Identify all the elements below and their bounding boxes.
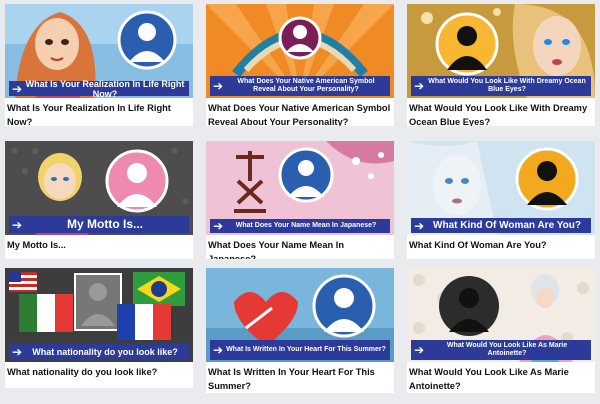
banner-text: What Would You Look Like As Marie Antoin… [446, 342, 568, 357]
banner-text: What Is Written In Your Heart For This S… [226, 346, 386, 353]
quiz-card-heart-summer[interactable]: ➔ What Is Written In Your Heart For This… [206, 268, 394, 393]
right-arrow-icon: ➔ [413, 343, 425, 357]
quiz-title[interactable]: What nationality do you look like? [7, 365, 191, 379]
quiz-title[interactable]: What Would You Look Like As Marie Antoin… [409, 365, 593, 393]
quiz-banner: ➔ My Motto Is... [9, 216, 189, 233]
quiz-banner: ➔ What Would You Look Like As Marie Anto… [411, 340, 591, 360]
quiz-thumbnail[interactable]: ➔ What Is Your Realization In Life Right… [5, 4, 193, 98]
banner-text: What Does Your Name Mean In Japanese? [235, 222, 377, 229]
quiz-title[interactable]: What Is Written In Your Heart For This S… [208, 365, 392, 393]
quiz-card-motto[interactable]: ➔ My Motto Is... My Motto Is... [5, 141, 193, 259]
right-arrow-icon: ➔ [11, 344, 23, 359]
quiz-title[interactable]: What Would You Look Like With Dreamy Oce… [409, 101, 593, 126]
quiz-thumbnail[interactable]: ➔ What Would You Look Like With Dreamy O… [407, 4, 595, 98]
quiz-banner: ➔ What Is Written In Your Heart For This… [210, 340, 390, 360]
banner-text: My Motto Is... [67, 217, 143, 231]
quiz-card-realization[interactable]: ➔ What Is Your Realization In Life Right… [5, 4, 193, 126]
quiz-banner: ➔ What nationality do you look like? [9, 343, 189, 360]
banner-text: What Is Your Realization In Life Right N… [25, 78, 185, 99]
quiz-banner: ➔ What Would You Look Like With Dreamy O… [411, 76, 591, 96]
quiz-card-kind-of-woman[interactable]: ➔ What Kind Of Woman Are You? What Kind … [407, 141, 595, 259]
banner-text: What Does Your Native American Symbol Re… [237, 78, 375, 93]
quiz-title[interactable]: What Is Your Realization In Life Right N… [7, 101, 191, 126]
right-arrow-icon: ➔ [413, 79, 425, 93]
quiz-banner: ➔ What Is Your Realization In Life Right… [9, 78, 189, 99]
quiz-title[interactable]: What Does Your Name Mean In Japanese? [208, 238, 392, 259]
banner-text: What Kind Of Woman Are You? [433, 219, 581, 231]
quiz-thumbnail[interactable]: ➔ What Does Your Name Mean In Japanese? [206, 141, 394, 235]
quiz-card-marie-antoinette[interactable]: ➔ What Would You Look Like As Marie Anto… [407, 268, 595, 393]
quiz-thumbnail[interactable]: ➔ What Kind Of Woman Are You? [407, 141, 595, 235]
quiz-banner: ➔ What Kind Of Woman Are You? [411, 218, 591, 233]
quiz-thumbnail[interactable]: ➔ What Is Written In Your Heart For This… [206, 268, 394, 362]
right-arrow-icon: ➔ [212, 79, 224, 93]
right-arrow-icon: ➔ [212, 343, 224, 357]
quiz-thumbnail[interactable]: ➔ My Motto Is... [5, 141, 193, 235]
quiz-thumbnail[interactable]: ➔ What Does Your Native American Symbol … [206, 4, 394, 98]
quiz-title[interactable]: My Motto Is... [7, 238, 191, 252]
quiz-card-ocean-eyes[interactable]: ➔ What Would You Look Like With Dreamy O… [407, 4, 595, 126]
quiz-grid: ➔ What Is Your Realization In Life Right… [0, 0, 600, 404]
right-arrow-icon: ➔ [413, 218, 425, 233]
quiz-card-japanese-name[interactable]: ➔ What Does Your Name Mean In Japanese? … [206, 141, 394, 259]
quiz-title[interactable]: What Does Your Native American Symbol Re… [208, 101, 392, 126]
banner-text: What nationality do you look like? [32, 346, 178, 357]
quiz-card-nationality[interactable]: ➔ What nationality do you look like? Wha… [5, 268, 193, 388]
right-arrow-icon: ➔ [212, 219, 224, 233]
banner-text: What Would You Look Like With Dreamy Oce… [428, 78, 586, 93]
quiz-title[interactable]: What Kind Of Woman Are You? [409, 238, 593, 252]
quiz-thumbnail[interactable]: ➔ What Would You Look Like As Marie Anto… [407, 268, 595, 362]
quiz-banner: ➔ What Does Your Name Mean In Japanese? [210, 219, 390, 233]
quiz-banner: ➔ What Does Your Native American Symbol … [210, 76, 390, 96]
quiz-card-native-american[interactable]: ➔ What Does Your Native American Symbol … [206, 4, 394, 126]
quiz-thumbnail[interactable]: ➔ What nationality do you look like? [5, 268, 193, 362]
right-arrow-icon: ➔ [11, 81, 23, 96]
right-arrow-icon: ➔ [11, 217, 23, 232]
